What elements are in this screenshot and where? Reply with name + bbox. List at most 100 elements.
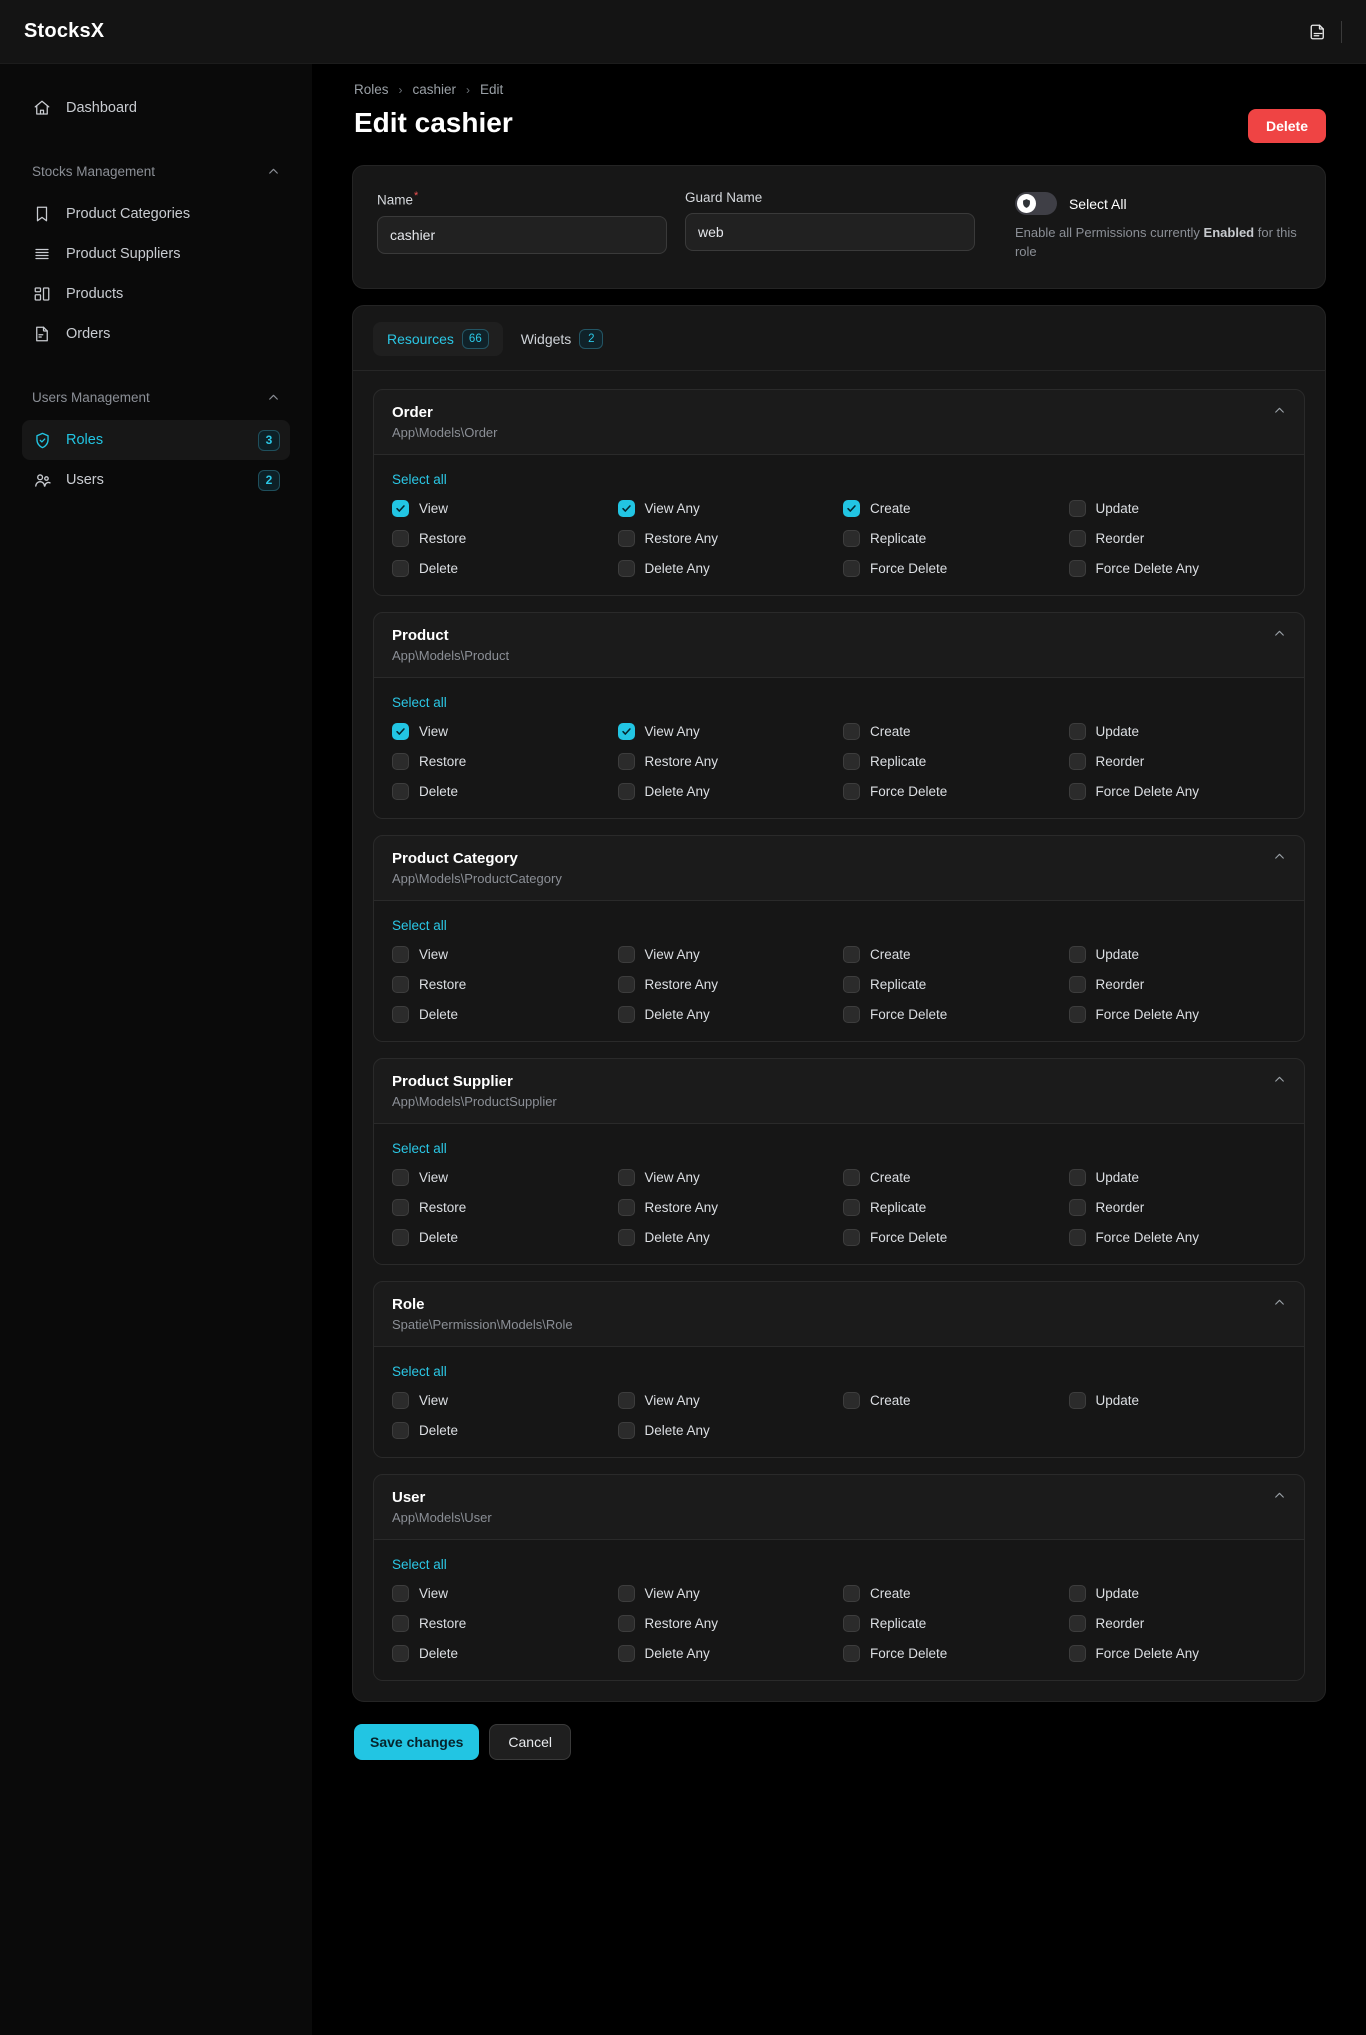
permission-checkbox-row[interactable]: Restore — [392, 1614, 610, 1632]
permission-checkbox-row[interactable]: View Any — [617, 1168, 836, 1186]
resource-select-all-link[interactable]: Select all — [392, 695, 447, 710]
permission-checkbox-row[interactable]: Delete — [392, 1228, 610, 1246]
delete-button[interactable]: Delete — [1247, 109, 1326, 143]
permission-checkbox-row[interactable]: Replicate — [843, 1614, 1061, 1632]
permission-checkbox-row[interactable]: Restore — [392, 752, 610, 770]
name-input[interactable] — [377, 215, 667, 254]
permission-checkbox-row[interactable]: Reorder — [1068, 529, 1287, 547]
checkbox-icon[interactable] — [617, 1421, 635, 1439]
checkbox-icon[interactable] — [617, 1391, 635, 1409]
guard-name-input[interactable] — [684, 213, 975, 251]
checkbox-icon[interactable] — [843, 722, 860, 740]
checkbox-icon[interactable] — [392, 1005, 409, 1023]
permission-checkbox-row[interactable]: Replicate — [843, 529, 1061, 547]
user-avatar-icon[interactable] — [1305, 19, 1331, 45]
checkbox-icon[interactable] — [617, 782, 635, 800]
permission-checkbox-row[interactable]: Force Delete Any — [1068, 1005, 1287, 1023]
permission-checkbox-row[interactable]: View — [392, 1391, 610, 1409]
permission-checkbox-row[interactable]: Restore — [392, 975, 610, 993]
checkbox-icon[interactable] — [843, 945, 860, 963]
checkbox-icon[interactable] — [843, 1168, 860, 1186]
resource-card-header[interactable]: Product Supplier App\Models\ProductSuppli… — [374, 1059, 1304, 1124]
permission-checkbox-row[interactable]: Update — [1068, 945, 1287, 963]
permission-checkbox-row[interactable]: Force Delete Any — [1068, 1644, 1287, 1662]
chevron-up-icon[interactable] — [1272, 850, 1286, 864]
permission-checkbox-row[interactable]: Restore Any — [617, 1198, 836, 1216]
resource-select-all-link[interactable]: Select all — [392, 918, 447, 933]
checkbox-icon[interactable] — [617, 1614, 635, 1632]
permission-checkbox-row[interactable]: Delete — [392, 1005, 610, 1023]
permission-checkbox-row[interactable]: Create — [843, 722, 1061, 740]
resource-card-header[interactable]: Role Spatie\Permission\Models\Role — [374, 1282, 1304, 1347]
permission-checkbox-row[interactable]: Force Delete — [843, 1005, 1061, 1023]
checkbox-icon[interactable] — [843, 1005, 860, 1023]
permission-checkbox-row[interactable]: View — [392, 1584, 610, 1602]
permission-checkbox-row[interactable]: Update — [1068, 1168, 1287, 1186]
breadcrumb-item-cashier[interactable]: cashier — [413, 82, 457, 97]
permission-checkbox-row[interactable]: Reorder — [1068, 975, 1287, 993]
checkbox-icon[interactable] — [843, 1391, 860, 1409]
permission-checkbox-row[interactable]: Delete — [392, 1421, 610, 1439]
checkbox-icon[interactable] — [1068, 1584, 1086, 1602]
checkbox-icon[interactable] — [1068, 782, 1086, 800]
checkbox-icon[interactable] — [392, 1198, 409, 1216]
checkbox-icon[interactable] — [843, 529, 860, 547]
checkbox-icon[interactable] — [617, 1584, 635, 1602]
checkbox-icon[interactable] — [843, 1584, 860, 1602]
permission-checkbox-row[interactable]: View — [392, 945, 610, 963]
resource-card-header[interactable]: Order App\Models\Order — [374, 390, 1304, 455]
resource-select-all-link[interactable]: Select all — [392, 472, 447, 487]
checkbox-icon[interactable] — [392, 1584, 409, 1602]
sidebar-item-product-categories[interactable]: Product Categories — [22, 194, 290, 234]
permission-checkbox-row[interactable]: Create — [843, 1391, 1061, 1409]
permission-checkbox-row[interactable]: Delete Any — [617, 1421, 836, 1439]
checkbox-icon[interactable] — [617, 1005, 635, 1023]
permission-checkbox-row[interactable]: Update — [1068, 722, 1287, 740]
permission-checkbox-row[interactable]: Force Delete Any — [1068, 782, 1287, 800]
checkbox-icon[interactable] — [843, 1228, 860, 1246]
permission-checkbox-row[interactable]: Delete Any — [617, 1644, 836, 1662]
permission-checkbox-row[interactable]: Force Delete — [843, 782, 1061, 800]
permission-checkbox-row[interactable]: View — [392, 499, 610, 517]
permission-checkbox-row[interactable]: Replicate — [843, 752, 1061, 770]
checkbox-icon[interactable] — [843, 1614, 860, 1632]
checkbox-icon[interactable] — [392, 722, 409, 740]
sidebar-item-users[interactable]: Users 2 — [22, 460, 290, 500]
permission-checkbox-row[interactable]: Delete — [392, 782, 610, 800]
checkbox-icon[interactable] — [617, 1168, 635, 1186]
permission-checkbox-row[interactable]: View Any — [617, 945, 836, 963]
permission-checkbox-row[interactable]: View Any — [617, 1584, 836, 1602]
permission-checkbox-row[interactable]: Restore — [392, 529, 610, 547]
permission-checkbox-row[interactable]: Restore — [392, 1198, 610, 1216]
checkbox-icon[interactable] — [1068, 752, 1086, 770]
permission-checkbox-row[interactable]: Force Delete — [843, 1228, 1061, 1246]
checkbox-icon[interactable] — [843, 559, 860, 577]
checkbox-icon[interactable] — [1068, 559, 1086, 577]
checkbox-icon[interactable] — [392, 559, 409, 577]
checkbox-icon[interactable] — [392, 782, 409, 800]
checkbox-icon[interactable] — [617, 945, 635, 963]
resource-select-all-link[interactable]: Select all — [392, 1557, 447, 1572]
permission-checkbox-row[interactable]: Delete Any — [617, 559, 836, 577]
sidebar-group-users-management[interactable]: Users Management — [22, 380, 290, 414]
permission-checkbox-row[interactable]: Update — [1068, 1584, 1287, 1602]
chevron-up-icon[interactable] — [1272, 1296, 1286, 1310]
resource-card-header[interactable]: Product Category App\Models\ProductCatego… — [374, 836, 1304, 901]
select-all-toggle[interactable] — [1014, 192, 1057, 215]
permission-checkbox-row[interactable]: Reorder — [1068, 1614, 1287, 1632]
chevron-up-icon[interactable] — [1272, 1073, 1286, 1087]
resource-select-all-link[interactable]: Select all — [392, 1141, 447, 1156]
permission-checkbox-row[interactable]: Delete — [392, 1644, 610, 1662]
checkbox-icon[interactable] — [617, 1644, 635, 1662]
permission-checkbox-row[interactable]: View — [392, 722, 610, 740]
permission-checkbox-row[interactable]: Create — [843, 1168, 1061, 1186]
permission-checkbox-row[interactable]: Restore Any — [617, 1614, 836, 1632]
permission-checkbox-row[interactable]: Reorder — [1068, 1198, 1287, 1216]
checkbox-icon[interactable] — [1068, 1005, 1086, 1023]
checkbox-icon[interactable] — [617, 1228, 635, 1246]
checkbox-icon[interactable] — [1068, 1228, 1086, 1246]
checkbox-icon[interactable] — [392, 1421, 409, 1439]
checkbox-icon[interactable] — [392, 975, 409, 993]
sidebar-item-roles[interactable]: Roles 3 — [22, 420, 290, 460]
checkbox-icon[interactable] — [617, 752, 635, 770]
